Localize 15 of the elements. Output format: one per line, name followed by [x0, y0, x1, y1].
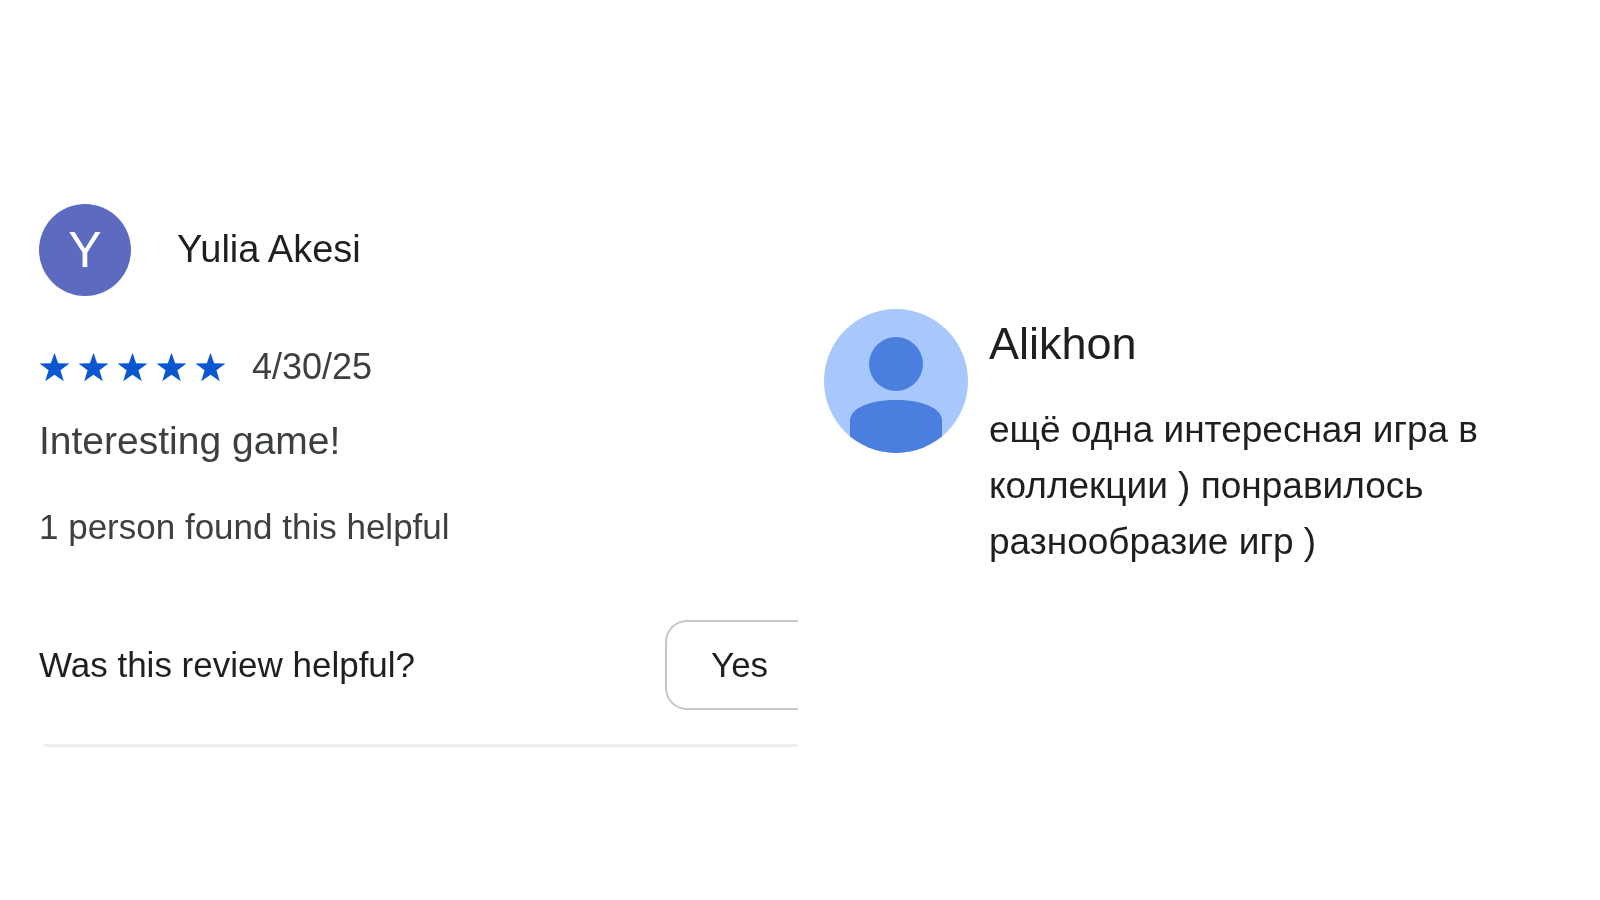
star-icon	[78, 351, 109, 383]
star-icon	[156, 351, 187, 383]
review-text: Interesting game!	[39, 418, 341, 464]
helpful-count: 1 person found this helpful	[39, 505, 450, 548]
reviewer-name: Yulia Akesi	[177, 227, 361, 273]
avatar: Y	[39, 204, 131, 296]
star-icon	[195, 351, 226, 383]
person-avatar-icon	[824, 309, 968, 453]
yes-button[interactable]: Yes	[665, 619, 798, 710]
star-icon	[39, 351, 70, 383]
star-icon	[117, 351, 148, 383]
commenter-name: Alikhon	[989, 317, 1137, 371]
helpful-question: Was this review helpful?	[39, 643, 416, 686]
review-date: 4/30/25	[252, 349, 373, 385]
comment-text: ещё одна интересная игра в коллекции ) понравилось разнообразие игр )	[989, 408, 1479, 564]
